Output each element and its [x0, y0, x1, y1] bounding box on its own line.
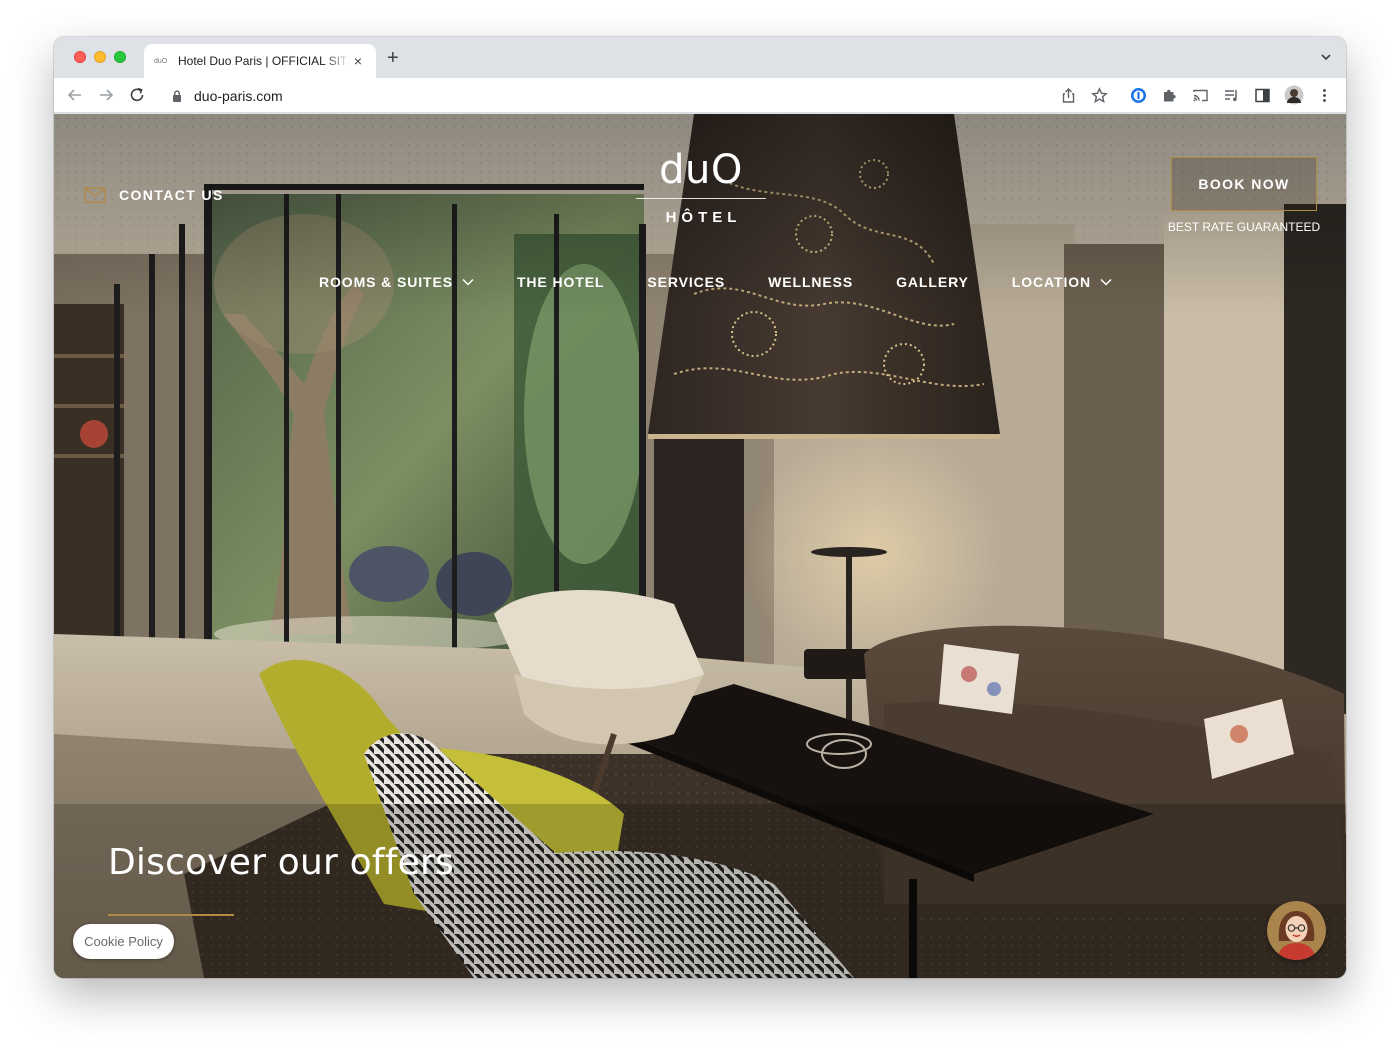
- nav-label: GALLERY: [896, 274, 969, 290]
- reload-icon[interactable]: [128, 86, 146, 104]
- hero-headline-underline: [108, 914, 234, 916]
- close-window-button[interactable]: [74, 51, 86, 63]
- nav-label: WELLNESS: [768, 274, 854, 290]
- nav-label: ROOMS & SUITES: [319, 274, 453, 290]
- nav-label: LOCATION: [1011, 274, 1092, 290]
- tab-favicon-icon: duO: [154, 57, 168, 65]
- forward-icon[interactable]: [97, 86, 115, 104]
- share-icon[interactable]: [1060, 87, 1077, 104]
- website-page: CONTACT US duO HÔTEL BOOK NOW BEST RATE …: [54, 114, 1346, 978]
- extension-1password-icon[interactable]: [1130, 87, 1147, 104]
- browser-window: duO Hotel Duo Paris | OFFICIAL SITE × + …: [54, 37, 1346, 978]
- profile-avatar-icon[interactable]: [1284, 85, 1304, 105]
- cookie-policy-button[interactable]: Cookie Policy: [73, 924, 174, 959]
- tab-search-chevron-icon[interactable]: [1320, 51, 1332, 63]
- chevron-down-icon: [1100, 278, 1112, 286]
- chevron-down-icon: [462, 278, 474, 286]
- best-rate-note: BEST RATE GUARANTEED: [1167, 220, 1321, 234]
- active-tab[interactable]: duO Hotel Duo Paris | OFFICIAL SITE ×: [144, 44, 376, 78]
- tab-title: Hotel Duo Paris | OFFICIAL SITE: [178, 54, 350, 68]
- nav-item-the-hotel[interactable]: THE HOTEL: [517, 274, 604, 290]
- address-bar[interactable]: duo-paris.com: [158, 81, 1158, 110]
- extensions-puzzle-icon[interactable]: [1161, 87, 1178, 104]
- book-now-button[interactable]: BOOK NOW: [1171, 157, 1317, 211]
- chat-assistant-button[interactable]: [1267, 901, 1326, 960]
- back-icon[interactable]: [66, 86, 84, 104]
- lock-icon[interactable]: [170, 89, 184, 103]
- nav-item-wellness[interactable]: WELLNESS: [768, 274, 853, 290]
- reading-list-icon[interactable]: [1223, 87, 1240, 104]
- url-text: duo-paris.com: [194, 87, 283, 104]
- nav-item-location[interactable]: LOCATION: [1012, 274, 1112, 290]
- logo-wordmark: duO: [659, 147, 743, 193]
- bookmark-star-icon[interactable]: [1091, 87, 1108, 104]
- side-panel-icon[interactable]: [1254, 87, 1271, 104]
- menu-kebab-icon[interactable]: [1316, 87, 1333, 104]
- nav-item-services[interactable]: SERVICES: [647, 274, 725, 290]
- minimize-window-button[interactable]: [94, 51, 106, 63]
- browser-toolbar: duo-paris.com: [54, 78, 1346, 113]
- envelope-icon: [84, 187, 106, 203]
- maximize-window-button[interactable]: [114, 51, 126, 63]
- nav-item-rooms-suites[interactable]: ROOMS & SUITES: [319, 274, 474, 290]
- logo-subtitle: HÔTEL: [665, 209, 742, 226]
- hero-headline[interactable]: Discover our offers: [108, 842, 454, 883]
- logo-divider: [636, 198, 766, 199]
- tab-strip: duO Hotel Duo Paris | OFFICIAL SITE × +: [54, 37, 1346, 78]
- nav-label: THE HOTEL: [516, 274, 605, 290]
- nav-item-gallery[interactable]: GALLERY: [896, 274, 969, 290]
- assistant-avatar-icon: [1267, 901, 1326, 960]
- nav-label: SERVICES: [647, 274, 726, 290]
- main-navigation: ROOMS & SUITES THE HOTEL SERVICES WELLNE…: [319, 274, 1112, 290]
- contact-us-link[interactable]: CONTACT US: [84, 187, 224, 203]
- cast-icon[interactable]: [1192, 87, 1209, 104]
- hotel-logo[interactable]: duO HÔTEL: [636, 148, 766, 226]
- tab-close-icon[interactable]: ×: [350, 53, 366, 69]
- contact-us-label: CONTACT US: [119, 187, 224, 203]
- new-tab-button[interactable]: +: [387, 48, 399, 68]
